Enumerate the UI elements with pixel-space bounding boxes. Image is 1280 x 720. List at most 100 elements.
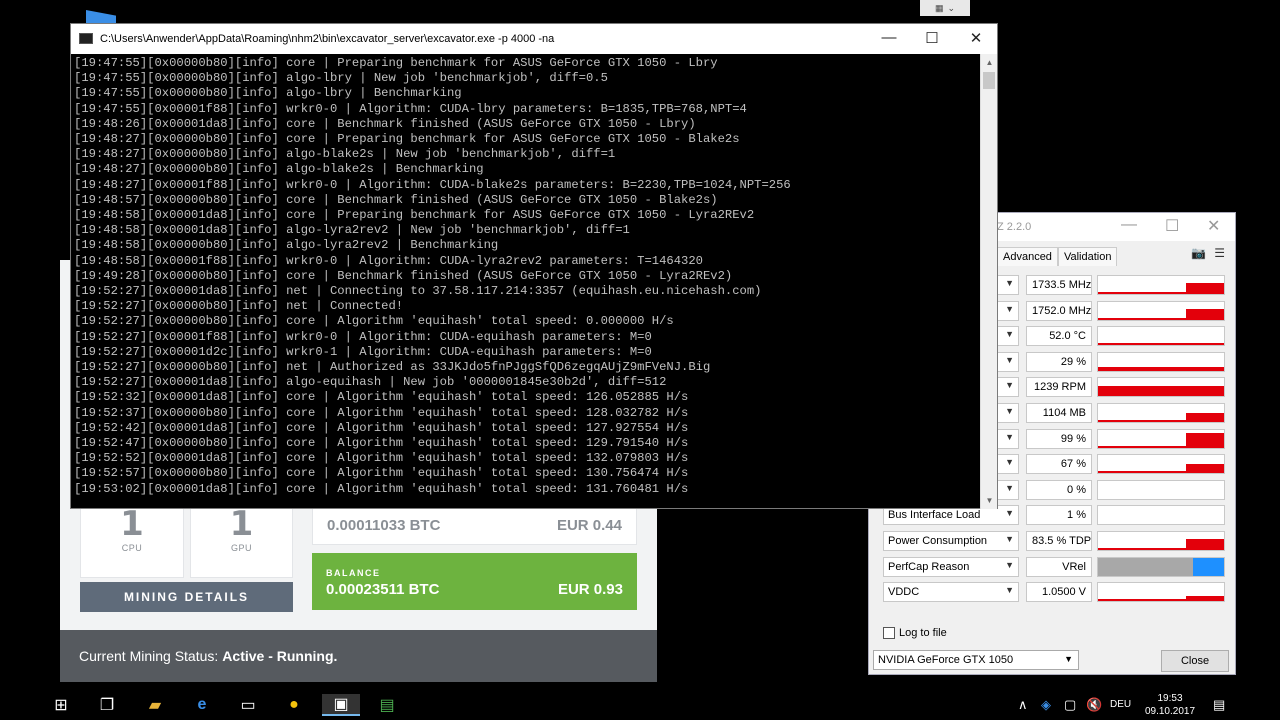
unpaid-eur: EUR 0.44 bbox=[556, 516, 622, 534]
chevron-down-icon: ▼ bbox=[1005, 278, 1014, 288]
sensor-graph bbox=[1097, 556, 1225, 577]
sensor-row: PerfCap Reason ▼ VRel bbox=[869, 556, 1237, 579]
sensor-value: 1 % bbox=[1026, 505, 1092, 526]
terminal-icon[interactable]: ▭ bbox=[234, 694, 262, 716]
console-line: [19:48:58][0x00001da8][info] algo-lyra2r… bbox=[74, 223, 630, 238]
console-line: [19:47:55][0x00001f88][info] wrkr0-0 | A… bbox=[74, 101, 747, 116]
chevron-down-icon: ▼ bbox=[1005, 406, 1014, 416]
sensor-graph bbox=[1097, 300, 1225, 321]
sensor-graph-baseline bbox=[1098, 394, 1224, 397]
sensor-graph-baseline bbox=[1098, 368, 1224, 371]
chevron-down-icon: ▼ bbox=[1005, 354, 1014, 365]
sensor-value: 99 % bbox=[1026, 428, 1092, 449]
log-label: Log to file bbox=[899, 627, 947, 639]
minimize-button[interactable]: — bbox=[1121, 216, 1137, 234]
sensor-graph-baseline bbox=[1098, 343, 1224, 346]
sensor-name-select[interactable]: VDDC ▼ bbox=[883, 582, 1019, 603]
shield-icon[interactable]: ◈ bbox=[1041, 697, 1051, 713]
camera-icon[interactable]: 📷 bbox=[1191, 246, 1206, 260]
edge-browser-icon[interactable]: e bbox=[188, 694, 216, 716]
clock-date: 09.10.2017 bbox=[1144, 706, 1196, 717]
tab-advanced[interactable]: Advanced bbox=[997, 247, 1058, 266]
network-icon[interactable]: ▢ bbox=[1064, 697, 1076, 713]
console-line: [19:48:57][0x00000b80][info] core | Benc… bbox=[74, 192, 718, 207]
console-line: [19:53:02][0x00001da8][info] core | Algo… bbox=[74, 481, 689, 496]
unpaid-btc: 0.00011033 BTC bbox=[327, 516, 441, 534]
sensor-value: 1752.0 MHz bbox=[1026, 300, 1092, 321]
console-line: [19:48:58][0x00000b80][info] algo-lyra2r… bbox=[74, 238, 499, 253]
balance-panel: BALANCE 0.00023511 BTC EUR 0.93 bbox=[312, 553, 637, 610]
scroll-down-icon[interactable]: ▼ bbox=[981, 492, 998, 509]
floating-toolbar-widget[interactable]: ▦ ⌄ bbox=[920, 0, 970, 16]
tab-validation[interactable]: Validation bbox=[1057, 247, 1118, 266]
sensor-name: Bus Interface Load bbox=[888, 509, 981, 522]
close-button[interactable]: ✕ bbox=[966, 29, 986, 47]
volume-muted-icon[interactable]: 🔇 bbox=[1086, 697, 1102, 713]
close-button[interactable]: ✕ bbox=[1207, 216, 1220, 236]
console-line: [19:52:27][0x00001da8][info] net | Conne… bbox=[74, 284, 762, 299]
sensor-value: 67 % bbox=[1026, 454, 1092, 475]
sensor-name-select[interactable]: Power Consumption ▼ bbox=[883, 531, 1019, 551]
graphics-card-select[interactable]: NVIDIA GeForce GTX 1050 ▼ bbox=[873, 650, 1079, 670]
miner-icon[interactable]: ▤ bbox=[373, 694, 401, 716]
sensor-graph-baseline bbox=[1098, 420, 1224, 422]
gpuz-close-button[interactable]: Close bbox=[1161, 650, 1229, 672]
cpu-device-card[interactable]: 1 CPU bbox=[80, 498, 184, 578]
gpuz-icon[interactable]: ▣ bbox=[322, 694, 360, 716]
log-checkbox[interactable] bbox=[883, 627, 895, 639]
console-output[interactable]: [19:47:55][0x00000b80][info] core | Prep… bbox=[71, 54, 981, 509]
maximize-button[interactable]: ☐ bbox=[922, 29, 942, 47]
sensor-value: 1104 MB bbox=[1026, 403, 1092, 423]
console-line: [19:52:27][0x00000b80][info] net | Autho… bbox=[74, 360, 711, 375]
cpu-count: 1 bbox=[120, 504, 144, 544]
file-explorer-icon[interactable]: ▰ bbox=[141, 694, 169, 716]
menu-icon[interactable]: ☰ bbox=[1214, 246, 1225, 260]
log-to-file-option[interactable]: Log to file bbox=[883, 627, 947, 639]
task-view-icon[interactable]: ❐ bbox=[93, 694, 121, 716]
console-app-icon bbox=[79, 33, 93, 44]
console-titlebar[interactable]: C:\Users\Anwender\AppData\Roaming\nhm2\b… bbox=[71, 24, 997, 54]
scroll-thumb[interactable] bbox=[983, 72, 995, 89]
console-line: [19:52:32][0x00001da8][info] core | Algo… bbox=[74, 390, 689, 405]
sensor-graph bbox=[1097, 428, 1225, 449]
language-indicator[interactable]: DEU bbox=[1110, 699, 1131, 710]
maximize-button[interactable]: ☐ bbox=[1165, 216, 1179, 236]
console-line: [19:52:27][0x00001f88][info] wrkr0-0 | A… bbox=[74, 329, 652, 344]
console-line: [19:52:52][0x00001da8][info] core | Algo… bbox=[74, 451, 689, 466]
console-line: [19:52:27][0x00000b80][info] net | Conne… bbox=[74, 299, 404, 314]
gpu-device-card[interactable]: 1 GPU bbox=[190, 498, 293, 578]
balance-btc: 0.00023511 BTC bbox=[326, 581, 440, 598]
clock[interactable]: 19:53 09.10.2017 bbox=[1140, 692, 1200, 718]
sensor-graph bbox=[1097, 403, 1225, 423]
notification-icon[interactable]: ▤ bbox=[1213, 697, 1225, 713]
console-line: [19:49:28][0x00000b80][info] core | Benc… bbox=[74, 268, 733, 283]
sensor-value: VRel bbox=[1026, 556, 1092, 577]
chevron-down-icon[interactable]: ⌄ bbox=[947, 3, 955, 14]
minimize-button[interactable]: — bbox=[879, 29, 899, 46]
console-line: [19:48:27][0x00000b80][info] algo-blake2… bbox=[74, 162, 484, 177]
chevron-down-icon: ▼ bbox=[1005, 482, 1014, 493]
chevron-up-icon[interactable]: ∧ bbox=[1018, 697, 1028, 713]
nicehash-icon[interactable]: ● bbox=[280, 694, 308, 716]
status-prefix: Current Mining Status: bbox=[79, 648, 219, 664]
mining-details-button[interactable]: MINING DETAILS bbox=[80, 582, 293, 612]
clock-time: 19:53 bbox=[1157, 693, 1183, 704]
grid-icon[interactable]: ▦ bbox=[935, 3, 944, 14]
console-line: [19:52:47][0x00000b80][info] core | Algo… bbox=[74, 436, 689, 451]
gpu-label: GPU bbox=[230, 543, 252, 553]
console-line: [19:48:26][0x00001da8][info] core | Benc… bbox=[74, 116, 696, 131]
chevron-down-icon: ▼ bbox=[1005, 559, 1014, 570]
sensor-name-select[interactable]: PerfCap Reason ▼ bbox=[883, 556, 1019, 577]
balance-eur: EUR 0.93 bbox=[557, 581, 623, 598]
sensor-value: 1239 RPM bbox=[1026, 377, 1092, 398]
sensor-value: 0 % bbox=[1026, 479, 1092, 500]
sensor-row: Power Consumption ▼ 83.5 % TDP bbox=[869, 531, 1237, 553]
windows-start-icon[interactable]: ⊞ bbox=[47, 694, 75, 716]
console-scrollbar[interactable]: ▲ ▼ bbox=[980, 54, 997, 509]
sensor-graph bbox=[1097, 326, 1225, 347]
console-line: [19:47:55][0x00000b80][info] algo-lbry |… bbox=[74, 71, 608, 86]
sensor-name: Power Consumption bbox=[888, 535, 988, 547]
scroll-up-icon[interactable]: ▲ bbox=[981, 54, 998, 71]
chevron-down-icon: ▼ bbox=[1005, 380, 1014, 391]
console-line: [19:47:55][0x00000b80][info] core | Prep… bbox=[74, 56, 718, 70]
